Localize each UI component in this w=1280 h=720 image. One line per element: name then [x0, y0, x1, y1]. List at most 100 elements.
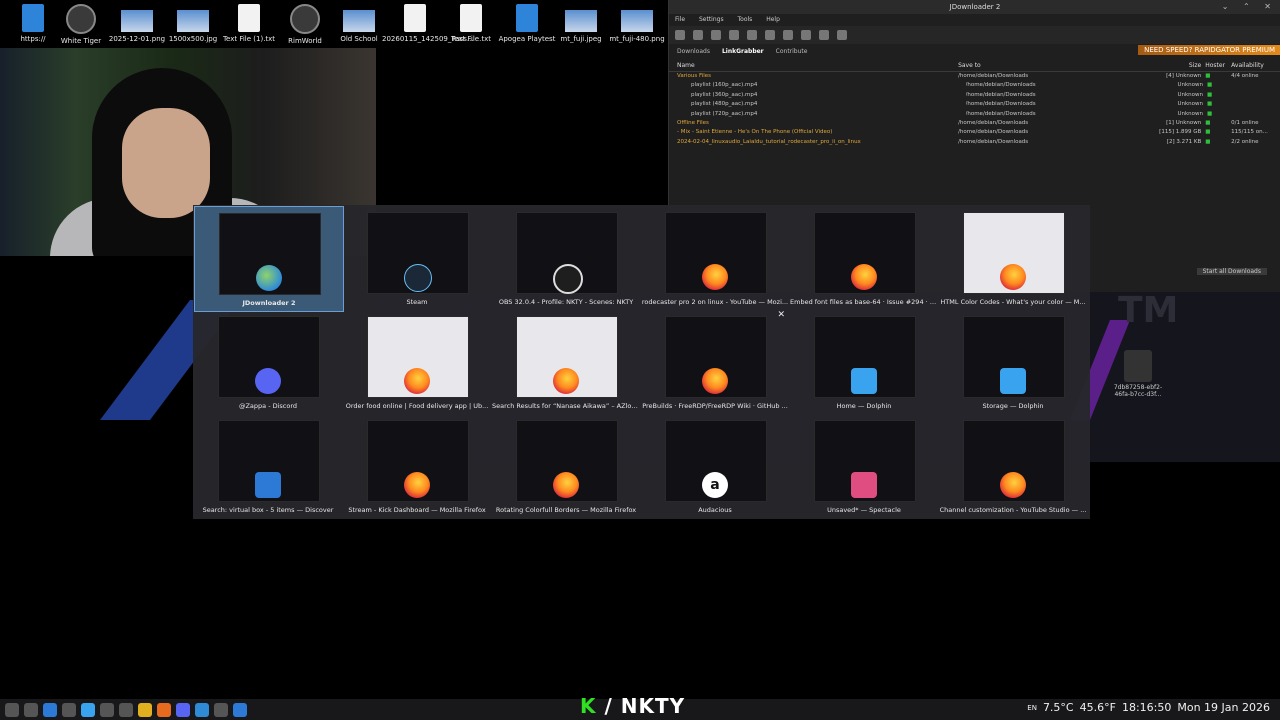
play-icon[interactable]: [675, 30, 685, 40]
switcher-window[interactable]: Steam: [343, 206, 491, 310]
switcher-window[interactable]: PreBuilds · FreeRDP/FreeRDP Wiki · GitHu…: [641, 310, 789, 414]
update-icon[interactable]: [837, 30, 847, 40]
weather-temp-f[interactable]: 45.6°F: [1080, 701, 1116, 714]
column-availability[interactable]: Availability: [1231, 61, 1280, 71]
premium-banner[interactable]: NEED SPEED? RAPIDGATOR PREMIUM: [1138, 45, 1280, 55]
close-window-icon[interactable]: ✕: [777, 310, 785, 320]
switcher-window[interactable]: @Zappa - Discord: [194, 310, 342, 414]
dolphin-taskbar-icon[interactable]: [43, 702, 57, 717]
window-controls[interactable]: ⌄ ⌃ ✕: [1222, 0, 1277, 14]
clipboard-icon[interactable]: [801, 30, 811, 40]
column-save-to[interactable]: Save to: [958, 61, 1129, 71]
table-row[interactable]: Various Files/home/debian/Downloads [4] U…: [669, 72, 1280, 81]
tab-downloads[interactable]: Downloads: [677, 48, 710, 55]
switcher-window[interactable]: Storage — Dolphin: [939, 310, 1087, 414]
files-icon[interactable]: [81, 702, 95, 717]
obs-taskbar-icon[interactable]: [214, 702, 228, 717]
tab-linkgrabber[interactable]: LinkGrabber: [722, 48, 764, 55]
window-title: HTML Color Codes - What's your color — M…: [940, 298, 1086, 306]
table-header: Name Save to Size Hoster Availability: [669, 61, 1280, 72]
move-up-icon[interactable]: [747, 30, 757, 40]
tab-bar: Downloads LinkGrabber Contribute NEED SP…: [669, 44, 1280, 58]
pause-icon[interactable]: [693, 30, 703, 40]
reconnect-icon[interactable]: [819, 30, 829, 40]
steam-icon: [404, 264, 432, 292]
menu-settings[interactable]: Settings: [699, 16, 724, 23]
switcher-window[interactable]: HTML Color Codes - What's your color — M…: [939, 206, 1087, 310]
row-availability: [1232, 81, 1280, 90]
dolphin-icon: [1000, 368, 1026, 394]
table-row[interactable]: playlist (720p_aac).mp4/home/debian/Down…: [669, 110, 1280, 119]
vscode-taskbar-icon[interactable]: [233, 702, 247, 717]
row-size: Unknown: [1133, 91, 1207, 100]
switcher-window[interactable]: Channel customization - YouTube Studio —…: [939, 414, 1087, 518]
row-save-to: /home/debian/Downloads: [965, 82, 1036, 89]
switcher-window[interactable]: Search Results for “Nanase Aikawa” – AZl…: [492, 310, 640, 414]
row-size-value: 1.899 GB: [1175, 129, 1202, 136]
column-name[interactable]: Name: [669, 61, 958, 71]
clock-date[interactable]: Mon 19 Jan 2026: [1177, 701, 1270, 714]
row-availability: [1232, 91, 1280, 100]
column-hoster[interactable]: Hoster: [1205, 61, 1231, 71]
table-row[interactable]: - Mix - Saint Etienne - He's On The Phon…: [669, 128, 1280, 137]
keyboard-layout[interactable]: EN: [1027, 704, 1037, 712]
switcher-window[interactable]: Home — Dolphin: [790, 310, 938, 414]
menu-bar: File Settings Tools Help: [669, 14, 1280, 26]
menu-help[interactable]: Help: [766, 16, 780, 23]
row-size-value: Unknown: [1177, 91, 1204, 98]
switcher-window[interactable]: Stream - Kick Dashboard — Mozilla Firefo…: [343, 414, 491, 518]
menu-tools[interactable]: Tools: [738, 16, 753, 23]
switcher-window[interactable]: Embed font files as base-64 · Issue #294…: [790, 206, 938, 310]
column-size[interactable]: Size: [1129, 61, 1205, 71]
toolbar: [669, 26, 1280, 44]
start-all-button[interactable]: Start all Downloads: [1196, 267, 1267, 275]
table-row[interactable]: playlist (480p_aac).mp4/home/debian/Down…: [669, 100, 1280, 109]
row-name: playlist (720p_aac).mp4: [691, 110, 758, 117]
switcher-window[interactable]: rodecaster pro 2 on linux - YouTube — Mo…: [641, 206, 789, 310]
row-size-value: Unknown: [1177, 82, 1204, 89]
row-size-value: Unknown: [1177, 101, 1204, 108]
firefox-icon: [553, 472, 579, 498]
firefox-taskbar-icon[interactable]: [157, 702, 171, 717]
hoster-icon: ■: [1207, 91, 1213, 98]
move-down-icon[interactable]: [765, 30, 775, 40]
desktop-file-item[interactable]: 7db87258-ebf2-46fa-b7cc-d3f...: [1112, 350, 1164, 398]
switcher-window[interactable]: Rotating Colorfull Borders — Mozilla Fir…: [492, 414, 640, 518]
switcher-window[interactable]: Order food online | Food delivery app | …: [343, 310, 491, 414]
firefox-icon: [1000, 472, 1026, 498]
menu-file[interactable]: File: [675, 16, 685, 23]
switcher-window[interactable]: Search: virtual box - 5 items — Discover: [194, 414, 342, 518]
settings-icon[interactable]: [119, 702, 133, 717]
desktop-icon[interactable]: mt_fuji-480.png: [604, 4, 670, 44]
image-file-icon: [177, 10, 209, 32]
table-row[interactable]: playlist (360p_aac).mp4/home/debian/Down…: [669, 91, 1280, 100]
stop-icon[interactable]: [711, 30, 721, 40]
discord-taskbar-icon[interactable]: [176, 702, 190, 717]
move-bottom-icon[interactable]: [783, 30, 793, 40]
switcher-window[interactable]: Unsaved* — Spectacle: [790, 414, 938, 518]
firefox-icon: [851, 264, 877, 290]
hoster-icon: ■: [1205, 73, 1211, 79]
row-availability: [1232, 100, 1280, 109]
app-launcher-icon[interactable]: [5, 702, 19, 717]
window-title: Audacious: [698, 506, 732, 514]
chromium-icon[interactable]: [100, 702, 114, 717]
window-titlebar[interactable]: JDownloader 2 ⌄ ⌃ ✕: [669, 0, 1280, 14]
table-row[interactable]: Offline Files/home/debian/Downloads [1] U…: [669, 119, 1280, 128]
spectacle-icon: [851, 472, 877, 498]
clock-time[interactable]: 18:16:50: [1122, 701, 1171, 714]
pager-icon[interactable]: [24, 702, 38, 717]
window-title: Search Results for “Nanase Aikawa” – AZl…: [492, 402, 640, 410]
table-row[interactable]: 2024-02-04_linuxaudio_Laialdu_tutorial_r…: [669, 138, 1280, 147]
switcher-window[interactable]: JDownloader 2: [194, 206, 344, 312]
switcher-window[interactable]: OBS 32.0.4 - Profile: NKTY - Scenes: NKT…: [492, 206, 640, 310]
row-save-to: /home/debian/Downloads: [958, 138, 1029, 145]
move-top-icon[interactable]: [729, 30, 739, 40]
jdownloader-taskbar-icon[interactable]: [195, 702, 209, 717]
terminal-icon[interactable]: [62, 702, 76, 717]
weather-temp[interactable]: 7.5°C: [1043, 701, 1074, 714]
tab-contribute[interactable]: Contribute: [776, 48, 808, 55]
table-row[interactable]: playlist (160p_aac).mp4/home/debian/Down…: [669, 81, 1280, 90]
switcher-window[interactable]: a Audacious: [641, 414, 789, 518]
chrome-icon[interactable]: [138, 702, 152, 717]
